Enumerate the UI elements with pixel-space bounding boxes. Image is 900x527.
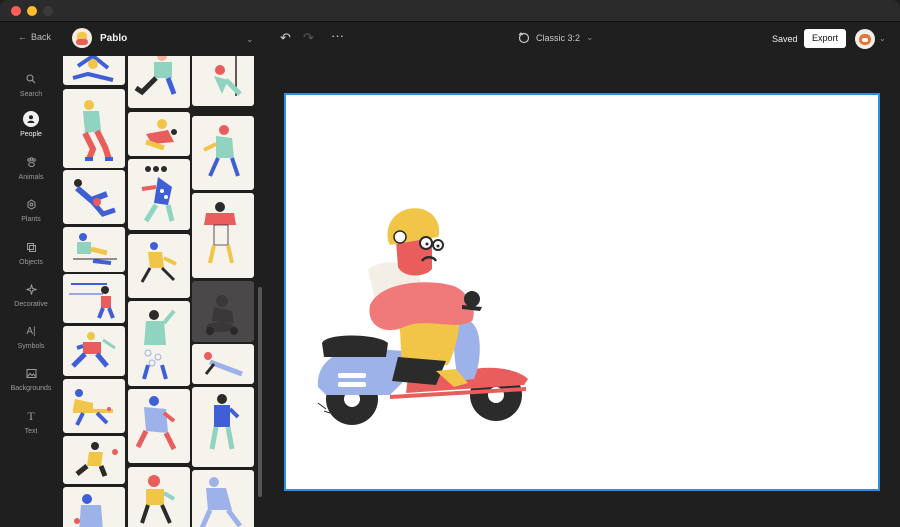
user-avatar[interactable] xyxy=(855,29,875,49)
format-icon xyxy=(518,32,530,44)
chevron-down-icon[interactable]: ⌄ xyxy=(246,34,254,45)
close-window-button[interactable] xyxy=(11,6,21,16)
rail-label: Text xyxy=(24,428,38,435)
illustration-thumbnail[interactable] xyxy=(128,56,190,108)
sparkle-icon xyxy=(23,281,39,297)
illustration-thumbnail[interactable] xyxy=(63,89,125,168)
rail-label: Objects xyxy=(19,259,43,266)
symbols-icon: A| xyxy=(26,325,36,337)
rail-item-search[interactable]: Search xyxy=(0,71,62,107)
zoom-window-button[interactable] xyxy=(43,6,53,16)
illustration-thumbnail[interactable] xyxy=(128,467,190,527)
back-label: Back xyxy=(31,32,52,42)
rail-item-animals[interactable]: Animals xyxy=(0,154,62,190)
illustration-thumbnail[interactable] xyxy=(128,112,190,156)
illustration-thumbnail[interactable] xyxy=(63,170,125,224)
illustration-thumbnail[interactable] xyxy=(192,387,254,467)
illustration-thumbnail[interactable] xyxy=(192,470,254,527)
illustration-thumbnail[interactable] xyxy=(63,379,125,433)
export-button[interactable]: Export xyxy=(804,29,846,48)
rail-item-backgrounds[interactable]: Backgrounds xyxy=(0,365,62,401)
chevron-down-icon: ⌄ xyxy=(586,32,594,42)
rail-label: Backgrounds xyxy=(10,385,52,392)
rail-item-text[interactable]: T Text xyxy=(0,408,62,444)
format-selector[interactable]: Classic 3:2 ⌄ xyxy=(517,31,594,44)
category-rail: Search People Animals Plants Objects Dec… xyxy=(0,56,62,527)
rail-label: Animals xyxy=(18,174,44,181)
arrow-left-icon: ← xyxy=(18,32,27,42)
rail-item-objects[interactable]: Objects xyxy=(0,239,62,275)
illustration-thumbnail[interactable] xyxy=(192,116,254,190)
image-icon xyxy=(23,365,39,381)
illustration-thumbnail-selected[interactable] xyxy=(192,281,254,342)
format-label: Classic 3:2 xyxy=(536,32,581,43)
illustration-thumbnail[interactable] xyxy=(192,193,254,278)
illustration-thumbnail[interactable] xyxy=(63,227,125,272)
pack-selector[interactable]: Pablo xyxy=(72,28,127,48)
illustration-thumbnail[interactable] xyxy=(63,56,125,85)
illustration-thumbnail[interactable] xyxy=(192,344,254,384)
rail-item-plants[interactable]: Plants xyxy=(0,196,62,232)
objects-icon xyxy=(23,239,39,255)
illustration-thumbnail[interactable] xyxy=(63,326,125,376)
illustration-thumbnail[interactable] xyxy=(192,56,254,106)
pack-name: Pablo xyxy=(100,32,128,44)
paw-icon xyxy=(23,154,39,170)
illustration-thumbnail[interactable] xyxy=(128,301,190,386)
search-icon xyxy=(23,71,39,87)
rail-label: Plants xyxy=(21,216,41,223)
plant-icon xyxy=(23,196,39,212)
illustration-thumbnail[interactable] xyxy=(128,389,190,463)
illustration-thumbnail[interactable] xyxy=(128,159,190,230)
illustration-thumbnail[interactable] xyxy=(63,274,125,323)
person-icon xyxy=(23,111,39,127)
rail-item-symbols[interactable]: A| Symbols xyxy=(0,323,62,359)
illustration-thumbnail[interactable] xyxy=(63,487,125,527)
save-status: Saved xyxy=(772,34,798,44)
minimize-window-button[interactable] xyxy=(27,6,37,16)
chevron-down-icon[interactable]: ⌄ xyxy=(879,34,886,43)
more-options-icon[interactable]: ··· xyxy=(331,29,344,43)
illustration-thumbnail[interactable] xyxy=(63,436,125,484)
illustration-thumbnail[interactable] xyxy=(128,234,190,298)
illustration-gallery xyxy=(62,56,254,527)
scooter-rider-illustration[interactable] xyxy=(286,95,878,489)
design-canvas[interactable] xyxy=(284,93,880,491)
top-toolbar: ← Back Pablo ⌄ ↶ ↷ ··· Classic 3:2 ⌄ Sav… xyxy=(0,22,900,56)
undo-icon[interactable]: ↶ xyxy=(280,31,291,45)
text-icon: T xyxy=(27,408,35,423)
rail-label: People xyxy=(20,131,42,138)
redo-icon[interactable]: ↷ xyxy=(303,31,314,45)
app-window: ← Back Pablo ⌄ ↶ ↷ ··· Classic 3:2 ⌄ Sav… xyxy=(0,0,900,527)
rail-item-decorative[interactable]: Decorative xyxy=(0,281,62,317)
rail-label: Search xyxy=(19,91,43,98)
rail-item-people[interactable]: People xyxy=(0,111,62,147)
pack-avatar xyxy=(72,28,92,48)
back-button[interactable]: ← Back xyxy=(18,32,51,42)
rail-label: Symbols xyxy=(17,343,45,350)
rail-label: Decorative xyxy=(14,301,48,308)
title-bar xyxy=(0,0,900,22)
